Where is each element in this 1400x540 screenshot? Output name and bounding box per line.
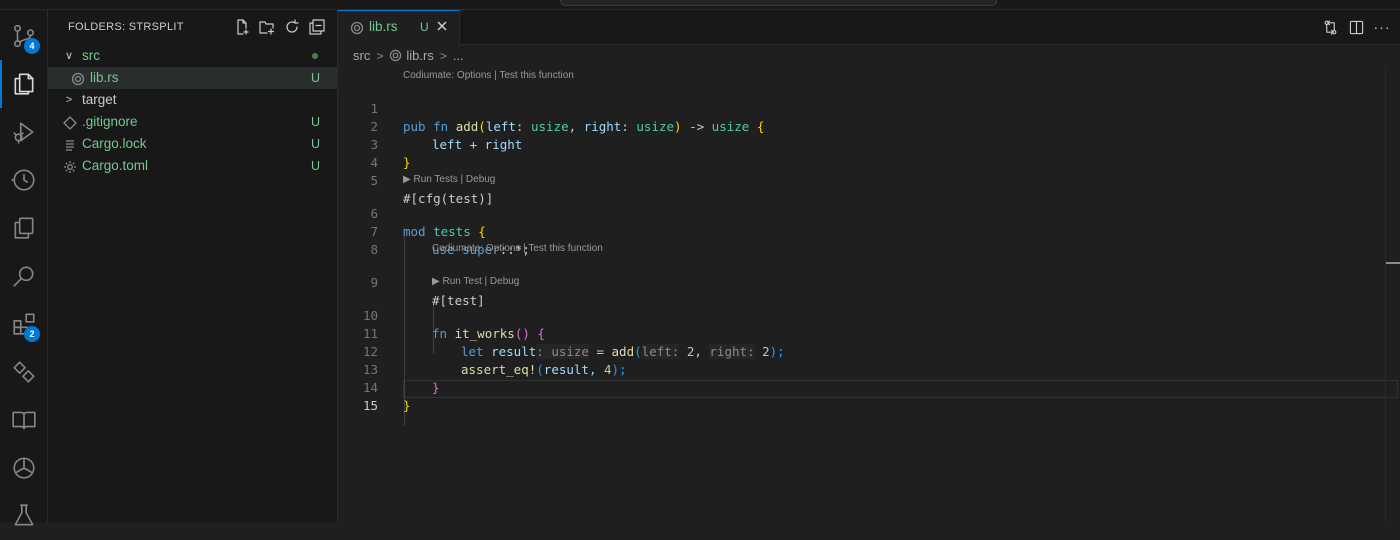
close-icon[interactable]	[436, 20, 450, 34]
book-icon[interactable]	[0, 396, 48, 444]
tab-git-status: U	[420, 20, 429, 34]
source-control-icon[interactable]: 4	[0, 12, 48, 60]
codelens-run-test[interactable]: ▶ Run Test | Debug	[432, 275, 519, 289]
tree-item-label: .gitignore	[82, 114, 138, 129]
source-control-badge: 4	[24, 38, 40, 54]
explorer-icon[interactable]	[0, 60, 48, 108]
editor-tab-bar: lib.rs U ···	[338, 10, 1400, 45]
tree-file-cargo-toml[interactable]: Cargo.toml U	[48, 155, 337, 177]
git-status: U	[310, 137, 320, 151]
gear-icon	[63, 159, 77, 173]
tree-item-label: Cargo.lock	[82, 136, 147, 151]
code-line-10: 10 fn it_works() {	[338, 289, 1400, 341]
code-line-9: 9 #[test]	[338, 256, 1400, 308]
lines-file-icon	[63, 137, 77, 151]
rust-file-icon	[389, 46, 402, 66]
code-line-5: 5 #[cfg(test)]	[338, 154, 1400, 206]
breadcrumb-symbol[interactable]: ...	[453, 46, 464, 66]
codelens-it-works[interactable]: Codiumate: Options | Test this function	[432, 242, 603, 256]
tab-label: lib.rs	[369, 19, 398, 34]
rust-file-icon	[71, 71, 85, 86]
tree-file-cargo-lock[interactable]: Cargo.lock U	[48, 133, 337, 155]
file-tree: ∨ src lib.rs U > target .gitignore U Car…	[48, 45, 337, 177]
breadcrumb: src > lib.rs > ...	[353, 46, 464, 66]
testing-icon[interactable]	[0, 492, 48, 540]
code-text: }	[403, 398, 411, 413]
collapse-all-icon[interactable]	[308, 18, 326, 36]
git-status: U	[310, 115, 320, 129]
extensions-badge: 2	[24, 326, 40, 342]
code-line-7: 7 use super::*;	[338, 205, 1400, 257]
code-line-13: 13 }	[338, 343, 1400, 395]
modified-dot	[312, 53, 318, 59]
chevron-right-icon: >	[65, 94, 73, 106]
git-status: U	[310, 71, 320, 85]
code-line-3: 3 }	[338, 118, 1400, 170]
code-line-12: 12 assert_eq!(result, 4);	[338, 325, 1400, 377]
code-line-15: 15	[338, 379, 1400, 413]
tree-file-lib-rs[interactable]: lib.rs U	[48, 67, 337, 89]
codelens-tests[interactable]: ▶ Run Tests | Debug	[403, 173, 495, 187]
split-editor-icon[interactable]	[1348, 19, 1364, 35]
tree-folder-src[interactable]: ∨ src	[48, 45, 337, 67]
search-icon[interactable]	[0, 252, 48, 300]
tree-item-label: lib.rs	[90, 70, 119, 85]
new-file-icon[interactable]	[233, 18, 251, 36]
code-line-1: 1 pub fn add(left: usize, right: usize) …	[338, 82, 1400, 134]
code-line-11: 11 let result: usize = add(left: 2, righ…	[338, 307, 1400, 359]
open-changes-icon[interactable]	[1322, 19, 1338, 35]
tree-file-gitignore[interactable]: .gitignore U	[48, 111, 337, 133]
tree-item-label: src	[82, 48, 100, 63]
code-line-8: 8	[338, 223, 1400, 257]
git-status: U	[310, 159, 320, 173]
timeline-icon[interactable]	[0, 156, 48, 204]
refresh-icon[interactable]	[283, 18, 301, 36]
chevron-right-icon: >	[376, 49, 384, 63]
tree-item-label: target	[82, 92, 117, 107]
command-center[interactable]	[560, 0, 997, 6]
run-debug-icon[interactable]	[0, 108, 48, 156]
new-folder-icon[interactable]	[258, 18, 276, 36]
git-file-icon	[63, 115, 77, 130]
code-line-4: 4	[338, 136, 1400, 170]
code-editor[interactable]: Codiumate: Options | Test this function …	[338, 66, 1400, 522]
breadcrumb-file[interactable]: lib.rs	[406, 46, 433, 66]
explorer-sidebar: FOLDERS: STRSPLIT ∨ src lib.rs U > targe…	[48, 10, 338, 522]
chevron-right-icon: >	[439, 49, 447, 63]
extensions-icon[interactable]: 2	[0, 300, 48, 348]
chevron-down-icon: ∨	[64, 50, 74, 62]
line-number: 15	[362, 398, 378, 413]
code-line-2: 2 left + right	[338, 100, 1400, 152]
activity-bar: 4 2	[0, 10, 48, 526]
title-bar	[0, 0, 1400, 10]
breadcrumb-folder[interactable]: src	[353, 46, 370, 66]
code-line-6: 6 mod tests {	[338, 187, 1400, 239]
tab-lib-rs[interactable]: lib.rs U	[338, 10, 460, 45]
more-actions-icon[interactable]: ···	[1374, 19, 1390, 35]
codelens-add[interactable]: Codiumate: Options | Test this function	[403, 69, 574, 83]
rust-file-icon	[350, 21, 364, 35]
copy-icon[interactable]	[0, 204, 48, 252]
tree-folder-target[interactable]: > target	[48, 89, 337, 111]
explorer-header: FOLDERS: STRSPLIT	[48, 10, 338, 45]
explorer-title: FOLDERS: STRSPLIT	[68, 21, 184, 33]
chatgpt-icon[interactable]	[0, 444, 48, 492]
code-line-14: 14 }	[338, 361, 1400, 413]
tree-item-label: Cargo.toml	[82, 158, 149, 173]
remote-explorer-icon[interactable]	[0, 348, 48, 396]
